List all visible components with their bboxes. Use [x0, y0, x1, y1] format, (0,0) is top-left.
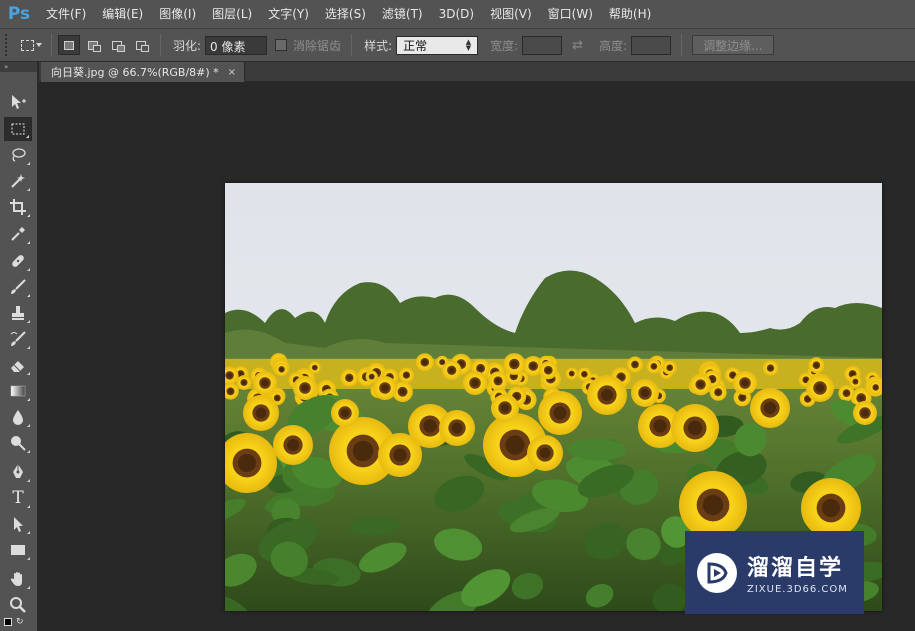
eyedropper-icon [11, 227, 25, 241]
antialias-checkbox[interactable] [275, 39, 288, 51]
zoom-icon [10, 597, 26, 613]
lasso-tool[interactable] [4, 143, 32, 167]
divider [351, 34, 353, 56]
path-select-tool[interactable] [4, 512, 32, 536]
style-select-value: 正常 [403, 38, 428, 53]
new-selection-icon [64, 40, 74, 50]
eyedropper-tool[interactable] [4, 222, 32, 246]
clone-stamp-tool[interactable] [4, 301, 32, 325]
eraser-icon [11, 361, 24, 372]
menu-view[interactable]: 视图(V) [482, 0, 540, 28]
rect-marquee-icon [20, 39, 34, 51]
watermark-logo-icon [697, 552, 737, 593]
swap-dimensions-icon[interactable]: ⇄ [572, 38, 583, 53]
blur-tool[interactable] [4, 405, 32, 429]
options-bar: 羽化: 0 像素 消除锯齿 样式: 正常 ▲ ▼ 宽度: ⇄ 高度: 调整边缘..… [0, 28, 915, 62]
collapse-toolbar-icon[interactable]: » [0, 62, 37, 72]
dodge-tool[interactable] [4, 431, 32, 455]
select-arrows-icon: ▲ ▼ [465, 38, 472, 52]
rectangle-shape-tool[interactable] [4, 538, 32, 562]
move-tool[interactable] [4, 90, 32, 114]
add-to-selection-button[interactable] [82, 35, 104, 55]
height-input[interactable] [631, 35, 672, 55]
divider [51, 34, 52, 56]
hand-tool[interactable] [4, 567, 32, 591]
lasso-icon [12, 148, 26, 162]
chevron-down-icon [35, 43, 42, 47]
rectangle-shape-icon [11, 545, 25, 555]
menu-bar: Ps 文件(F) 编辑(E) 图像(I) 图层(L) 文字(Y) 选择(S) 滤… [0, 0, 915, 28]
gradient-tool[interactable] [4, 379, 32, 403]
eraser-tool[interactable] [4, 353, 32, 377]
subtract-selection-icon [112, 40, 125, 52]
dodge-icon [11, 436, 26, 451]
menu-window[interactable]: 窗口(W) [540, 0, 601, 28]
menu-image[interactable]: 图像(I) [151, 0, 204, 28]
gradient-icon [10, 385, 26, 397]
tool-preset-picker[interactable] [17, 33, 45, 57]
photoshop-logo: Ps [7, 4, 31, 24]
clone-stamp-icon [12, 306, 24, 320]
new-selection-button[interactable] [58, 35, 80, 55]
menu-select[interactable]: 选择(S) [317, 0, 374, 28]
blur-icon [13, 410, 23, 425]
menu-file[interactable]: 文件(F) [38, 0, 94, 28]
intersect-selection-button[interactable] [130, 35, 152, 55]
refine-edge-button[interactable]: 调整边缘... [692, 35, 774, 55]
menu-filter[interactable]: 滤镜(T) [374, 0, 431, 28]
feather-label: 羽化: [173, 38, 202, 53]
menu-type[interactable]: 文字(Y) [260, 0, 317, 28]
pen-icon [13, 464, 23, 478]
feather-input[interactable]: 0 像素 [205, 35, 268, 55]
default-colors-icon[interactable] [4, 618, 12, 626]
pen-tool[interactable] [4, 460, 32, 484]
magic-wand-tool[interactable] [4, 169, 32, 193]
healing-brush-icon [12, 255, 24, 267]
crop-icon [10, 199, 26, 215]
brush-tool[interactable] [4, 275, 32, 299]
watermark-title: 溜溜自学 [747, 556, 844, 581]
menu-edit[interactable]: 编辑(E) [94, 0, 151, 28]
subtract-from-selection-button[interactable] [106, 35, 128, 55]
antialias-label: 消除锯齿 [293, 38, 342, 53]
type-tool[interactable]: T [4, 486, 32, 510]
path-select-icon [14, 517, 23, 532]
options-bar-grip[interactable] [5, 34, 13, 56]
healing-brush-tool[interactable] [4, 249, 32, 273]
divider [681, 34, 683, 56]
width-input[interactable] [522, 35, 563, 55]
menu-3d[interactable]: 3D(D) [431, 0, 482, 28]
zoom-tool[interactable] [4, 593, 32, 617]
watermark-subtitle: ZIXUE.3D66.COM [747, 584, 848, 595]
type-icon: T [12, 488, 24, 508]
brush-icon [11, 279, 26, 294]
menu-help[interactable]: 帮助(H) [601, 0, 659, 28]
close-icon[interactable]: × [228, 67, 236, 78]
move-icon [12, 95, 26, 109]
divider [160, 34, 161, 56]
crop-tool[interactable] [4, 195, 32, 219]
hand-icon [10, 572, 22, 586]
tools-panel: » T ↻ [0, 62, 38, 631]
color-swatches-row[interactable]: ↻ [4, 618, 32, 630]
swap-colors-icon[interactable]: ↻ [16, 618, 24, 630]
intersect-selection-icon [136, 40, 149, 52]
document-tab-title: 向日葵.jpg @ 66.7%(RGB/8#) * [51, 66, 219, 79]
menu-layer[interactable]: 图层(L) [204, 0, 260, 28]
document-tab[interactable]: 向日葵.jpg @ 66.7%(RGB/8#) * × [41, 62, 246, 82]
style-label: 样式: [364, 38, 393, 53]
rect-marquee-tool[interactable] [4, 117, 32, 141]
history-brush-tool[interactable] [4, 327, 32, 351]
history-brush-icon [10, 331, 26, 346]
watermark-badge: 溜溜自学 ZIXUE.3D66.COM [685, 531, 864, 614]
rect-marquee-icon [11, 123, 25, 135]
style-select[interactable]: 正常 ▲ ▼ [396, 35, 479, 55]
height-label: 高度: [599, 38, 628, 53]
magic-wand-icon [11, 174, 25, 188]
add-selection-icon [88, 40, 101, 52]
document-tab-bar: 向日葵.jpg @ 66.7%(RGB/8#) * × [39, 62, 915, 82]
width-label: 宽度: [490, 38, 519, 53]
